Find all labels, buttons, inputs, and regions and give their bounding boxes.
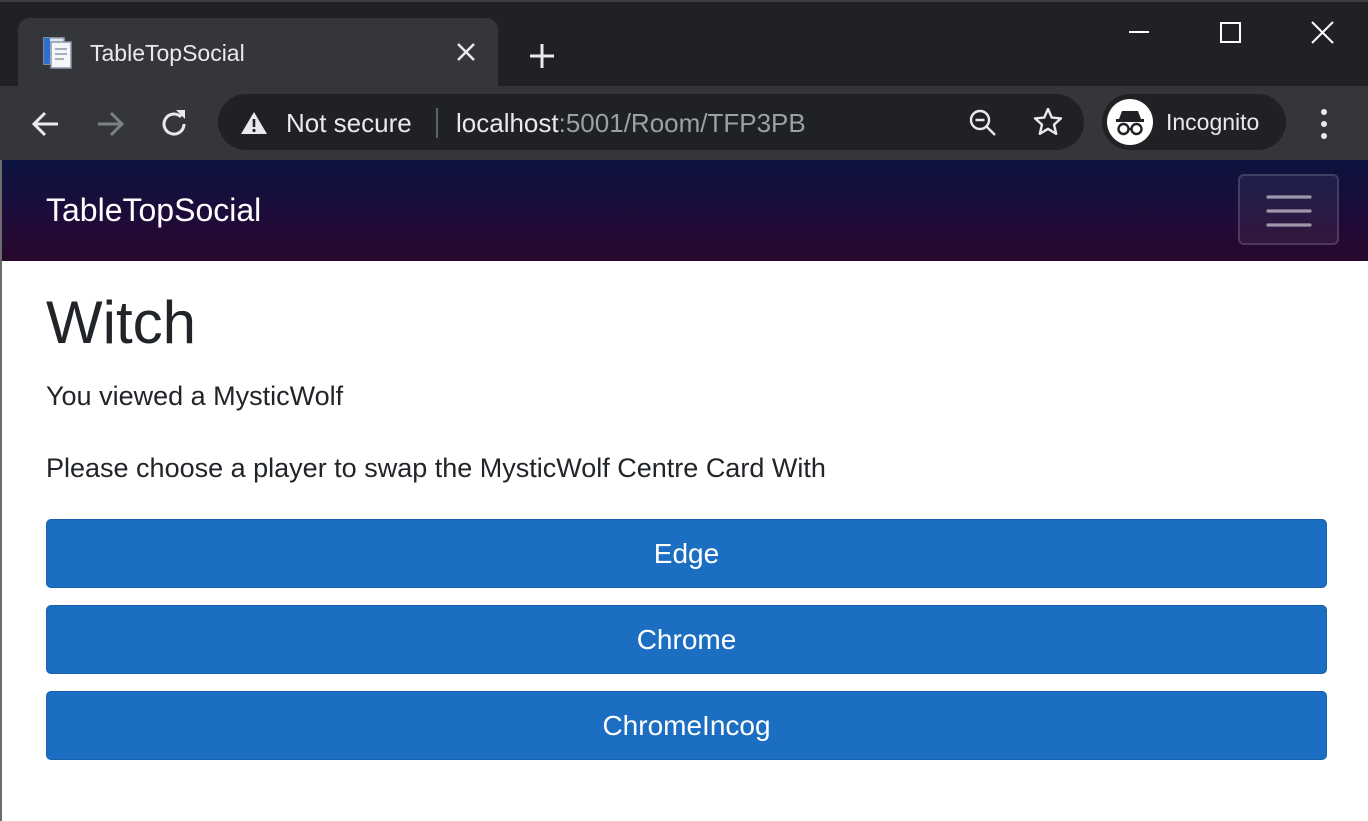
- player-button-chromeincog[interactable]: ChromeIncog: [46, 691, 1327, 760]
- tab-title: TableTopSocial: [90, 40, 245, 66]
- viewed-card-text: You viewed a MysticWolf: [46, 381, 344, 411]
- close-icon[interactable]: [454, 40, 478, 64]
- browser-tab[interactable]: TableTopSocial: [18, 18, 498, 88]
- maximize-icon[interactable]: [1208, 16, 1254, 52]
- hamburger-menu-icon: [1266, 195, 1312, 227]
- url-text[interactable]: localhost:5001/Room/TFP3PB: [456, 108, 806, 139]
- navbar-brand[interactable]: TableTopSocial: [46, 192, 261, 229]
- address-bar[interactable]: Not secure localhost:5001/Room/TFP3PB: [218, 94, 1084, 150]
- incognito-icon: [1107, 99, 1153, 145]
- url-path: :5001/Room/TFP3PB: [558, 108, 806, 138]
- window-close-icon[interactable]: [1300, 16, 1346, 52]
- omnibox-divider: [436, 108, 438, 138]
- plus-icon[interactable]: [524, 38, 560, 74]
- swap-prompt-text: Please choose a player to swap the Mysti…: [46, 453, 826, 483]
- player-button-edge[interactable]: Edge: [46, 519, 1327, 588]
- page-title: Witch: [46, 289, 196, 356]
- more-vert-icon[interactable]: [1306, 104, 1342, 144]
- forward-arrow-icon[interactable]: [90, 104, 130, 144]
- warning-icon[interactable]: [240, 110, 268, 136]
- document-favicon-icon: [42, 36, 74, 70]
- incognito-label: Incognito: [1166, 109, 1260, 135]
- minimize-icon[interactable]: [1116, 16, 1162, 52]
- zoom-out-icon[interactable]: [968, 108, 998, 138]
- browser-toolbar: Not secure localhost:5001/Room/TFP3PB In…: [0, 86, 1368, 160]
- navbar-toggler-button[interactable]: [1238, 174, 1339, 245]
- player-button-chrome[interactable]: Chrome: [46, 605, 1327, 674]
- site-navbar: TableTopSocial: [2, 160, 1368, 261]
- url-host: localhost: [456, 108, 559, 138]
- incognito-profile-button[interactable]: Incognito: [1102, 94, 1286, 150]
- page-viewport: TableTopSocial Witch You viewed a Mystic…: [0, 160, 1368, 821]
- back-arrow-icon[interactable]: [26, 104, 66, 144]
- security-label[interactable]: Not secure: [286, 108, 412, 139]
- reload-icon[interactable]: [154, 104, 194, 144]
- star-icon[interactable]: [1032, 106, 1064, 138]
- browser-titlebar: TableTopSocial: [0, 0, 1368, 88]
